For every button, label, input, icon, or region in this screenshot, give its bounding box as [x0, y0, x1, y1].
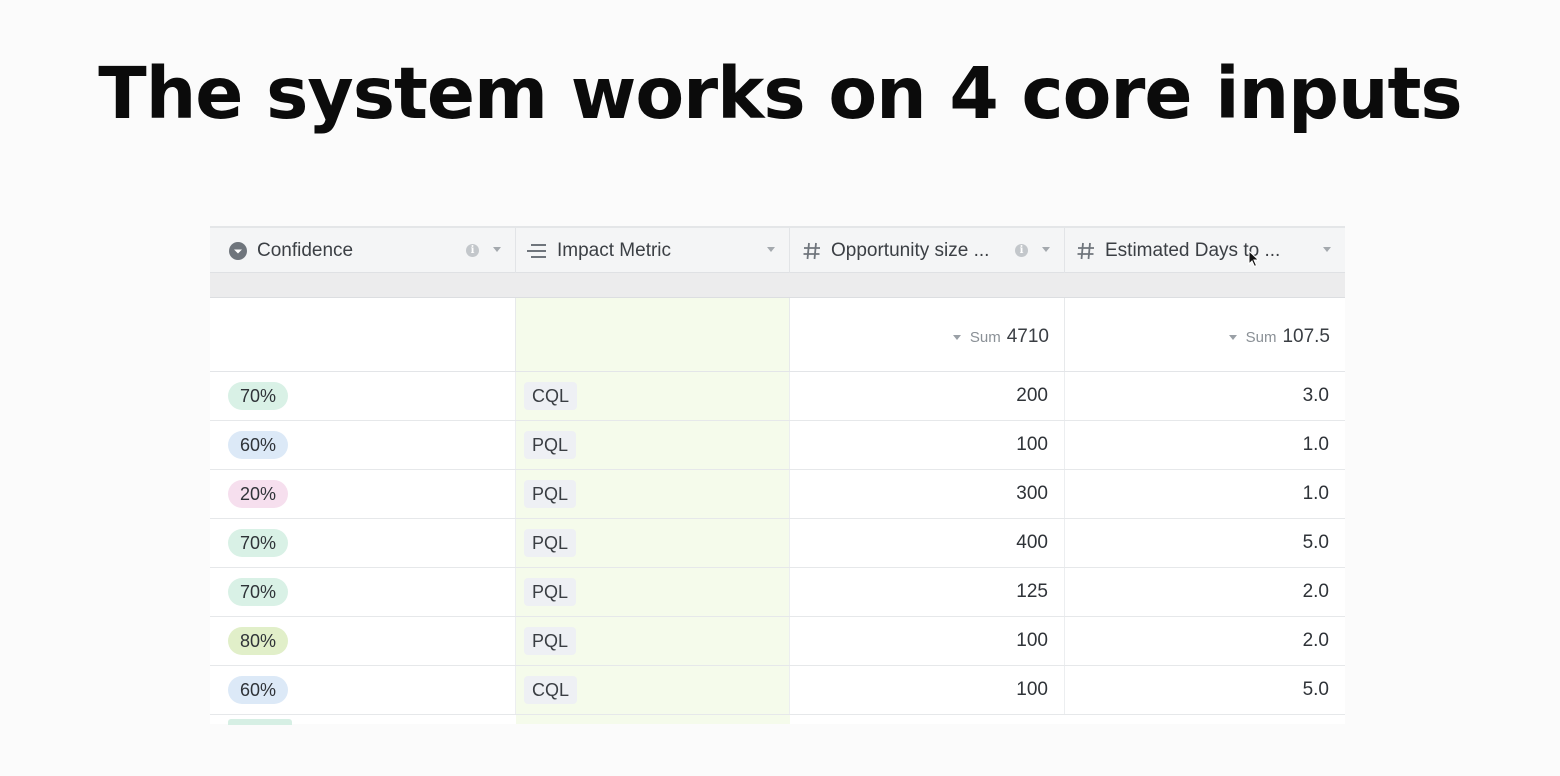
- impact-cell[interactable]: PQL: [516, 568, 790, 616]
- opportunity-cell[interactable]: 125: [790, 568, 1065, 616]
- impact-tag: CQL: [524, 382, 578, 410]
- confidence-cell[interactable]: 70%: [210, 519, 516, 567]
- summary-dropdown-icon[interactable]: [1228, 334, 1237, 340]
- summary-label: Sum: [1245, 328, 1277, 346]
- opportunity-cell[interactable]: 100: [790, 666, 1065, 714]
- impact-cell[interactable]: PQL: [516, 617, 790, 665]
- column-label: Opportunity size ...: [831, 239, 990, 261]
- impact-cell[interactable]: CQL: [516, 372, 790, 420]
- chevron-down-icon[interactable]: [767, 247, 775, 252]
- summary-value: 107.5: [1282, 326, 1330, 347]
- impact-tag: PQL: [524, 627, 577, 655]
- confidence-cell[interactable]: 60%: [210, 421, 516, 469]
- impact-cell[interactable]: PQL: [516, 421, 790, 469]
- days-cell[interactable]: 1.0: [1065, 421, 1345, 469]
- days-cell[interactable]: 5.0: [1065, 666, 1345, 714]
- table-row[interactable]: 80% PQL 100 2.0: [210, 617, 1345, 666]
- summary-cell-confidence[interactable]: [210, 298, 516, 371]
- impact-tag: CQL: [524, 676, 578, 704]
- impact-tag: PQL: [524, 431, 577, 459]
- table-row[interactable]: 70% PQL 400 5.0: [210, 519, 1345, 568]
- summary-value: 4710: [1006, 326, 1049, 347]
- summary-cell-impact[interactable]: [516, 298, 790, 371]
- confidence-cell[interactable]: 70%: [210, 372, 516, 420]
- confidence-cell[interactable]: 80%: [210, 617, 516, 665]
- table-row[interactable]: 20% PQL 300 1.0: [210, 470, 1345, 519]
- impact-cell[interactable]: CQL: [516, 666, 790, 714]
- impact-cell[interactable]: PQL: [516, 519, 790, 567]
- confidence-cell[interactable]: 70%: [210, 568, 516, 616]
- table-row[interactable]: 70% CQL 200 3.0: [210, 372, 1345, 421]
- chevron-down-icon[interactable]: [493, 247, 501, 252]
- impact-cell[interactable]: PQL: [516, 470, 790, 518]
- opportunity-cell[interactable]: 100: [790, 617, 1065, 665]
- column-header-opportunity-size[interactable]: Opportunity size ... i: [790, 228, 1065, 273]
- info-icon[interactable]: i: [466, 244, 479, 257]
- table-row[interactable]: 60% CQL 100 5.0: [210, 666, 1345, 715]
- confidence-pill: 60%: [228, 676, 289, 704]
- group-divider: [210, 273, 1345, 298]
- confidence-pill: 80%: [228, 627, 289, 655]
- opportunity-cell[interactable]: 200: [790, 372, 1065, 420]
- impact-tag: PQL: [524, 578, 577, 606]
- number-hash-icon: [802, 241, 822, 261]
- grid-header: Confidence i Impact Metric Opportunity s…: [210, 226, 1345, 273]
- summary-label: Sum: [969, 328, 1001, 346]
- column-header-estimated-days[interactable]: Estimated Days to ...: [1065, 228, 1345, 273]
- days-cell[interactable]: 2.0: [1065, 568, 1345, 616]
- number-hash-icon: [1076, 241, 1096, 261]
- chevron-down-icon[interactable]: [1042, 247, 1050, 252]
- confidence-cell[interactable]: 20%: [210, 470, 516, 518]
- info-icon[interactable]: i: [1015, 244, 1028, 257]
- summary-cell-opportunity[interactable]: Sum 4710: [790, 298, 1065, 371]
- partial-row-pill: [228, 719, 292, 725]
- confidence-pill: 20%: [228, 480, 289, 508]
- data-grid: Confidence i Impact Metric Opportunity s…: [210, 226, 1345, 724]
- days-cell[interactable]: 5.0: [1065, 519, 1345, 567]
- confidence-pill: 70%: [228, 529, 289, 557]
- summary-cell-days[interactable]: Sum 107.5: [1065, 298, 1345, 371]
- summary-dropdown-icon[interactable]: [952, 334, 961, 340]
- confidence-cell[interactable]: 60%: [210, 666, 516, 714]
- column-label: Impact Metric: [557, 239, 672, 261]
- slide: The system works on 4 core inputs Confid…: [0, 0, 1560, 776]
- days-cell[interactable]: 3.0: [1065, 372, 1345, 420]
- opportunity-cell[interactable]: 400: [790, 519, 1065, 567]
- table-row[interactable]: 60% PQL 100 1.0: [210, 421, 1345, 470]
- confidence-pill: 60%: [228, 431, 289, 459]
- long-text-icon: [526, 242, 548, 260]
- days-cell[interactable]: 1.0: [1065, 470, 1345, 518]
- confidence-pill: 70%: [228, 382, 289, 410]
- table-row[interactable]: 70% PQL 125 2.0: [210, 568, 1345, 617]
- summary-row: Sum 4710 Sum 107.5: [210, 298, 1345, 372]
- column-header-confidence[interactable]: Confidence i: [210, 228, 516, 273]
- slide-title: The system works on 4 core inputs: [98, 52, 1462, 135]
- days-cell[interactable]: 2.0: [1065, 617, 1345, 665]
- opportunity-cell[interactable]: 300: [790, 470, 1065, 518]
- mouse-cursor-icon: [1248, 249, 1260, 272]
- column-header-impact-metric[interactable]: Impact Metric: [516, 228, 790, 273]
- opportunity-cell[interactable]: 100: [790, 421, 1065, 469]
- chevron-down-icon[interactable]: [1323, 247, 1331, 252]
- single-select-icon: [228, 241, 248, 261]
- impact-tag: PQL: [524, 480, 577, 508]
- confidence-pill: 70%: [228, 578, 289, 606]
- impact-tag: PQL: [524, 529, 577, 557]
- column-label: Confidence: [257, 239, 354, 261]
